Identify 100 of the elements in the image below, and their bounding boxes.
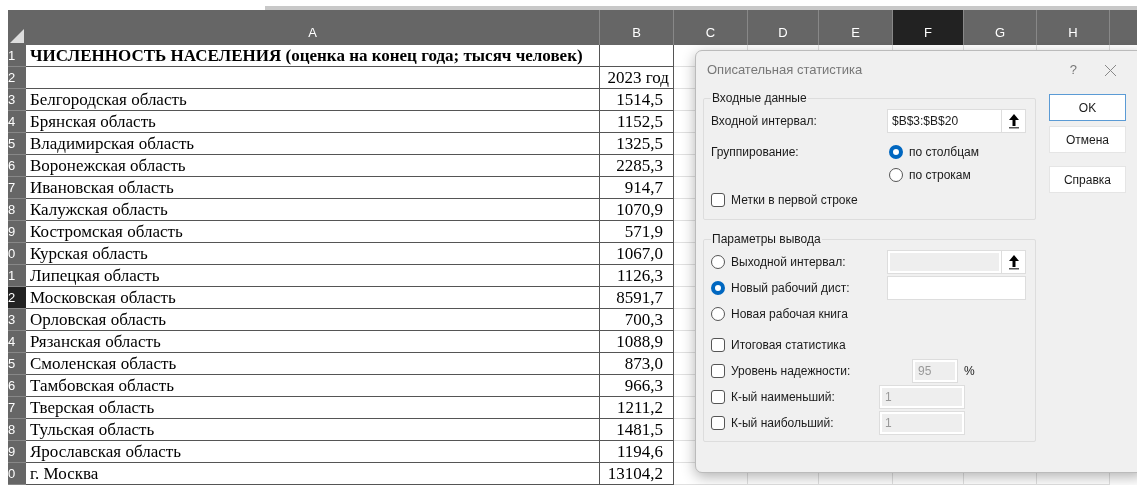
- close-icon[interactable]: [1105, 64, 1116, 76]
- row-header[interactable]: 8: [8, 199, 26, 221]
- radio-button[interactable]: [889, 168, 903, 182]
- table-cell: 1514,5: [600, 89, 674, 111]
- checkbox-label[interactable]: Уровень надежности:: [731, 362, 851, 380]
- row-header[interactable]: 0: [8, 463, 26, 485]
- radio-label[interactable]: Выходной интервал:: [731, 252, 846, 271]
- checkbox[interactable]: [711, 416, 725, 430]
- table-cell: 1194,6: [600, 441, 674, 463]
- table-cell: 2285,3: [600, 155, 674, 177]
- dialog-button[interactable]: Справка: [1049, 166, 1126, 193]
- table-cell: 873,0: [600, 353, 674, 375]
- field-label: Входной интервал:: [711, 113, 818, 130]
- row-header[interactable]: 5: [8, 353, 26, 375]
- table-cell: Ярославская область: [26, 441, 600, 463]
- row-header[interactable]: 0: [8, 243, 26, 265]
- select-all-icon[interactable]: [10, 29, 24, 43]
- table-cell: 1152,5: [600, 111, 674, 133]
- radio-button[interactable]: [711, 254, 725, 269]
- output-range-field[interactable]: [887, 249, 1026, 274]
- group-title: Параметры вывода: [711, 231, 822, 248]
- row-header[interactable]: 7: [8, 397, 26, 419]
- row-header[interactable]: 2: [8, 67, 26, 89]
- table-cell: Белгородская область: [26, 89, 600, 111]
- arrow-up-icon: [1007, 253, 1020, 270]
- table-cell: Тульская область: [26, 419, 600, 441]
- table-cell: 1325,5: [600, 133, 674, 155]
- table-cell: Воронежская область: [26, 155, 600, 177]
- arrow-up-icon: [1007, 113, 1020, 129]
- checkbox-label[interactable]: Метки в первой строке: [731, 191, 858, 209]
- table-cell: Костромская область: [26, 221, 600, 243]
- table-cell: 13104,2: [600, 463, 674, 485]
- checkbox[interactable]: [711, 364, 725, 378]
- table-cell: Ивановская область: [26, 177, 600, 199]
- table-cell: 966,3: [600, 375, 674, 397]
- dialog-button[interactable]: Отмена: [1049, 126, 1126, 153]
- column-header[interactable]: F: [893, 10, 964, 45]
- help-button[interactable]: ?: [1069, 60, 1077, 80]
- row-header[interactable]: 5: [8, 133, 26, 155]
- row-header[interactable]: 9: [8, 221, 26, 243]
- table-cell: ЧИСЛЕННОСТЬ НАСЕЛЕНИЯ (оценка на конец года; тысяч человек): [26, 45, 600, 67]
- table-cell: Московская область: [26, 287, 600, 309]
- column-header[interactable]: C: [674, 10, 748, 45]
- table-cell: 1088,9: [600, 331, 674, 353]
- dialog-title: Описательная статистика: [707, 61, 864, 80]
- column-header[interactable]: H: [1037, 10, 1110, 45]
- table-cell: Тамбовская область: [26, 375, 600, 397]
- checkbox[interactable]: [711, 193, 725, 207]
- row-header[interactable]: 1: [8, 265, 26, 287]
- dialog-button[interactable]: OK: [1049, 94, 1126, 121]
- field-label: Группирование:: [711, 144, 800, 161]
- table-cell: 1067,0: [600, 243, 674, 265]
- table-cell: 914,7: [600, 177, 674, 199]
- table-cell: 571,9: [600, 221, 674, 243]
- column-header[interactable]: D: [748, 10, 819, 45]
- table-cell: Владимирская область: [26, 133, 600, 155]
- percent-sign: %: [964, 363, 975, 380]
- row-header[interactable]: 9: [8, 441, 26, 463]
- table-cell: Курская область: [26, 243, 600, 265]
- table-cell: 1070,9: [600, 199, 674, 221]
- row-header[interactable]: 4: [8, 331, 26, 353]
- group-title: Входные данные: [711, 90, 808, 107]
- table-cell: 700,3: [600, 309, 674, 331]
- table-cell: Смоленская область: [26, 353, 600, 375]
- table-cell: 2023 год: [600, 67, 674, 89]
- checkbox[interactable]: [711, 390, 725, 404]
- table-cell: Брянская область: [26, 111, 600, 133]
- range-field[interactable]: $B$3:$B$20: [887, 109, 1026, 133]
- table-cell: 1211,2: [600, 397, 674, 419]
- column-header[interactable]: G: [964, 10, 1037, 45]
- column-header[interactable]: B: [600, 10, 674, 45]
- table-cell: 8591,7: [600, 287, 674, 309]
- radio-button[interactable]: [711, 280, 725, 295]
- row-header[interactable]: 6: [8, 155, 26, 177]
- table-cell: Тверская область: [26, 397, 600, 419]
- row-header[interactable]: 3: [8, 89, 26, 111]
- radio-label[interactable]: Новая рабочая книга: [731, 304, 848, 323]
- radio-button[interactable]: [711, 306, 725, 321]
- checkbox[interactable]: [711, 338, 725, 352]
- radio-button[interactable]: [889, 145, 903, 159]
- row-header[interactable]: 7: [8, 177, 26, 199]
- table-cell: г. Москва: [26, 463, 600, 485]
- row-header[interactable]: 4: [8, 111, 26, 133]
- checkbox-label[interactable]: К-ый наименьший:: [731, 388, 835, 406]
- radio-label[interactable]: по строкам: [909, 166, 971, 184]
- table-cell: Липецкая область: [26, 265, 600, 287]
- row-header[interactable]: 6: [8, 375, 26, 397]
- row-header[interactable]: 8: [8, 419, 26, 441]
- row-header[interactable]: 1: [8, 45, 26, 67]
- column-header[interactable]: A: [26, 10, 600, 45]
- radio-label[interactable]: Новый рабочий дист:: [731, 278, 850, 297]
- sheet-name-field[interactable]: [887, 275, 1026, 300]
- checkbox-label[interactable]: К-ый наибольший:: [731, 414, 834, 432]
- table-cell: Калужская область: [26, 199, 600, 221]
- radio-label[interactable]: по столбцам: [909, 143, 979, 161]
- row-header[interactable]: 2: [8, 287, 26, 309]
- checkbox-label[interactable]: Итоговая статистика: [731, 336, 846, 354]
- table-cell: 1126,3: [600, 265, 674, 287]
- row-header[interactable]: 3: [8, 309, 26, 331]
- table-cell: Рязанская область: [26, 331, 600, 353]
